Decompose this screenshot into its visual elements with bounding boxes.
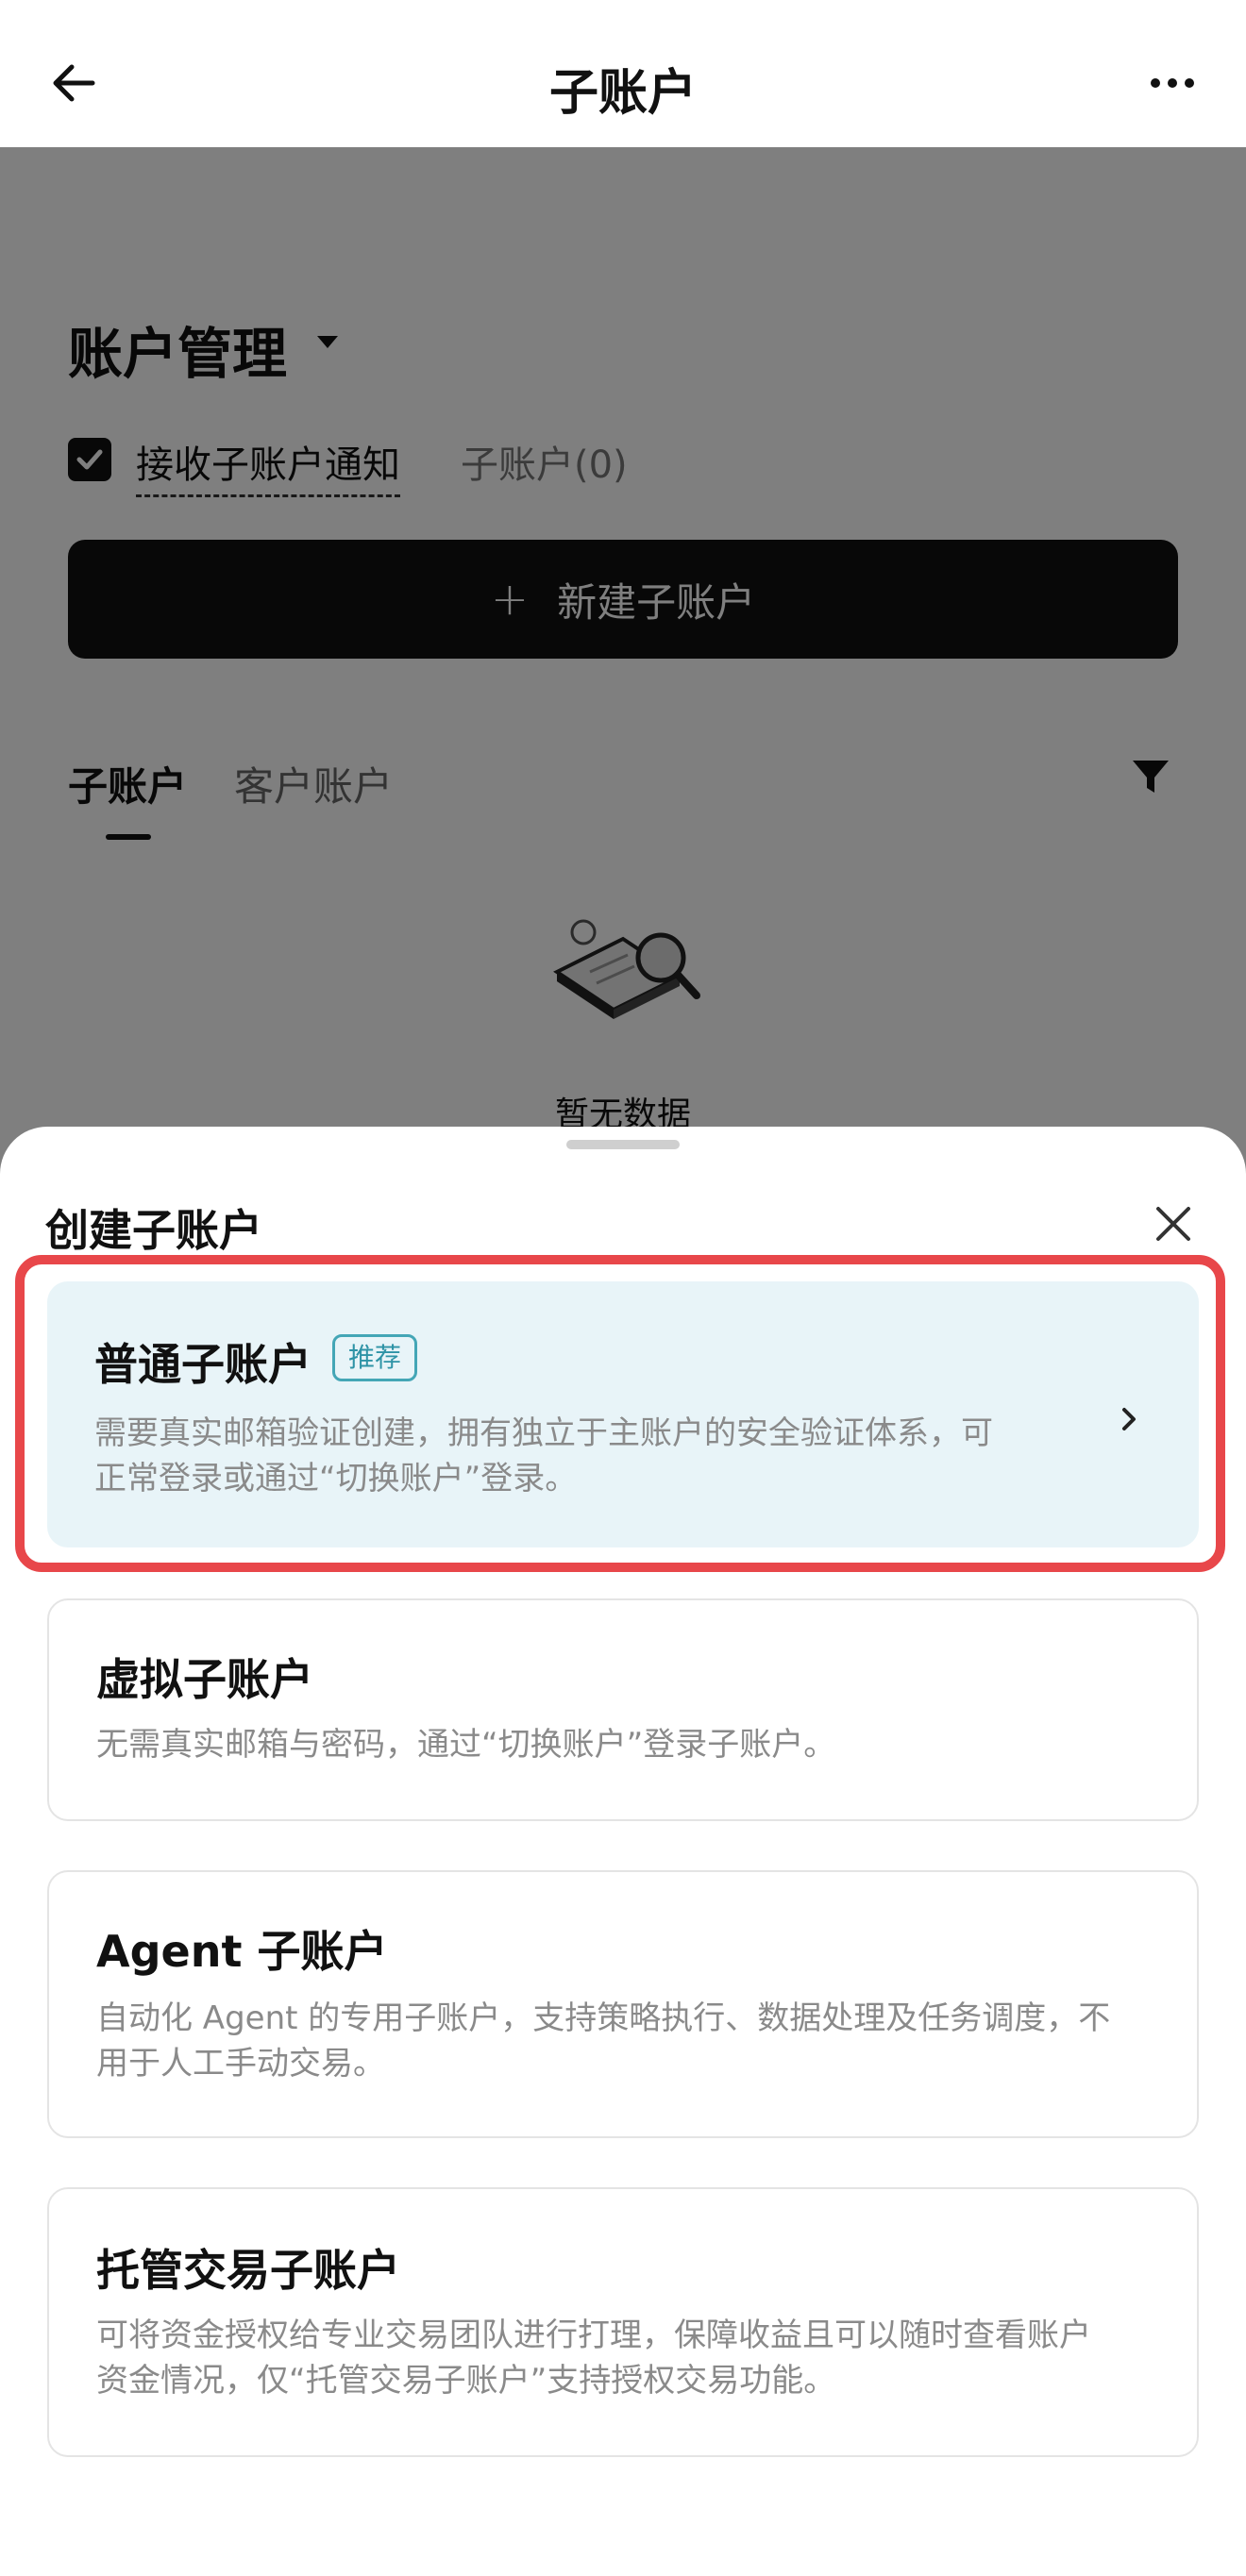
more-options-icon[interactable]: [1146, 57, 1199, 109]
option-virtual-sub-account[interactable]: 虚拟子账户 无需真实邮箱与密码，通过“切换账户”登录子账户。: [47, 1598, 1199, 1821]
page-title: 子账户: [548, 65, 697, 122]
option-title: Agent 子账户: [96, 1926, 388, 1977]
option-description-line2: 资金情况，仅“托管交易子账户”支持授权交易功能。: [96, 2362, 836, 2400]
option-description-line1: 无需真实邮箱与密码，通过“切换账户”登录子账户。: [96, 1726, 836, 1764]
top-bar: 子账户: [0, 0, 1246, 147]
option-managed-trading-sub-account[interactable]: 托管交易子账户 可将资金授权给专业交易团队进行打理，保障收益且可以随时查看账户 …: [47, 2187, 1199, 2457]
option-title: 虚拟子账户: [96, 1654, 313, 1705]
sheet-title: 创建子账户: [45, 1205, 262, 1256]
sheet-drag-handle[interactable]: [566, 1140, 680, 1149]
close-icon[interactable]: [1150, 1200, 1197, 1247]
option-description-line1: 自动化 Agent 的专用子账户，支持策略执行、数据处理及任务调度，不: [96, 1999, 1111, 2037]
option-agent-sub-account[interactable]: Agent 子账户 自动化 Agent 的专用子账户，支持策略执行、数据处理及任…: [47, 1870, 1199, 2138]
option-description-line1: 可将资金授权给专业交易团队进行打理，保障收益且可以随时查看账户: [96, 2317, 1091, 2354]
option-description-line2: 用于人工手动交易。: [96, 2045, 385, 2083]
option-title: 托管交易子账户: [96, 2245, 400, 2296]
selected-option-highlight: [15, 1255, 1225, 1572]
